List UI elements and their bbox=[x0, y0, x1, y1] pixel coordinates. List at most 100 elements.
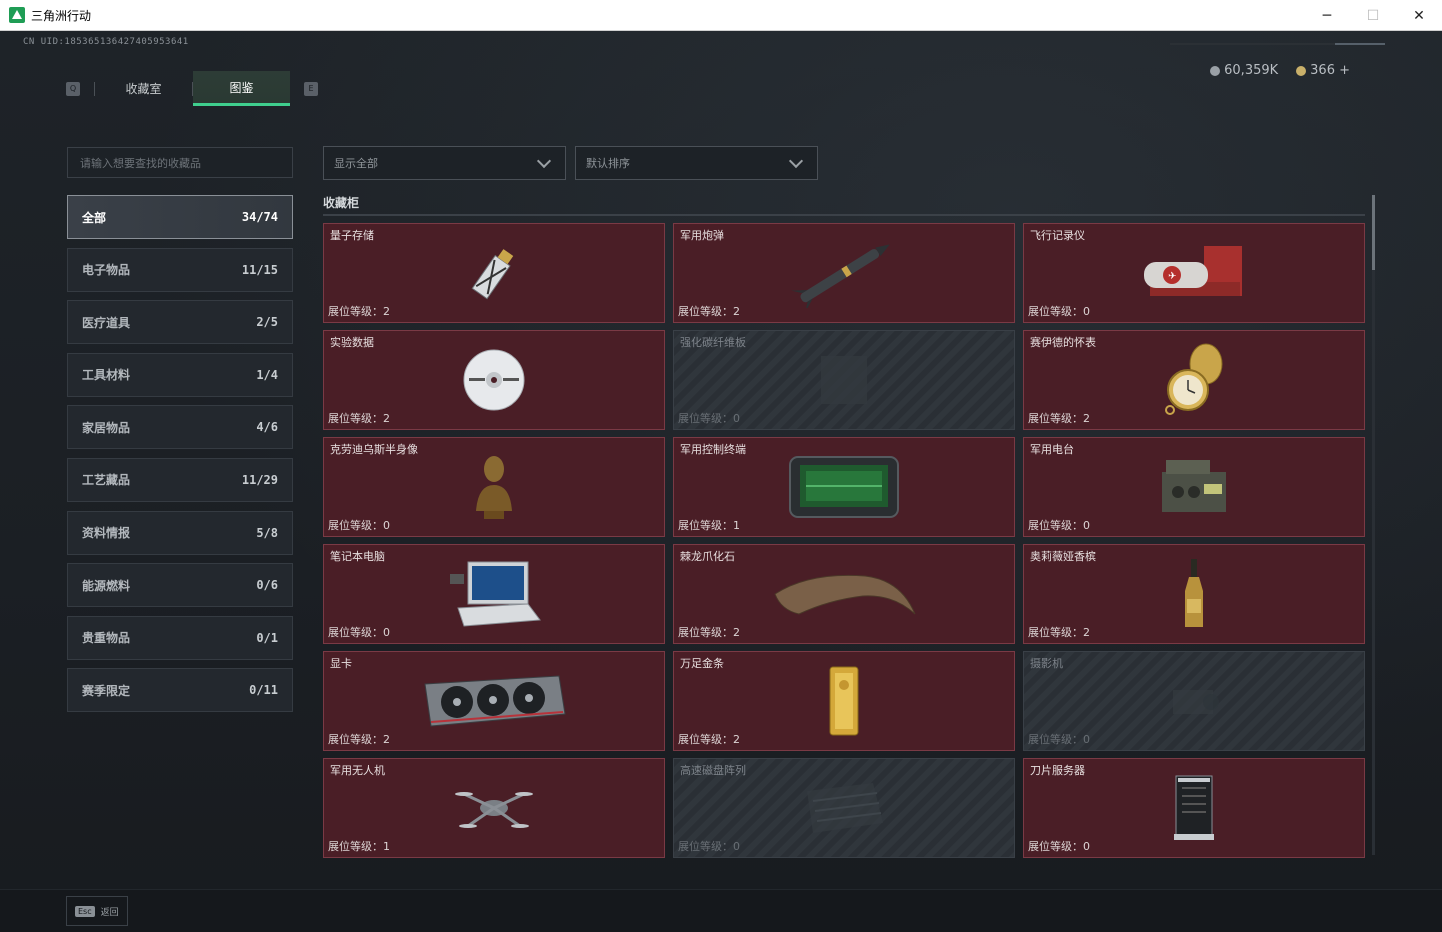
collection-card[interactable]: 万足金条 展位等级：2 bbox=[673, 651, 1015, 751]
champagne-icon bbox=[1179, 557, 1209, 635]
collection-card[interactable]: 赛伊德的怀表 展位等级：2 bbox=[1023, 330, 1365, 430]
top-decor-line bbox=[1170, 43, 1385, 45]
tab-bar: Q 收藏室 图鉴 E bbox=[66, 71, 318, 106]
svg-text:✈: ✈ bbox=[1168, 271, 1176, 282]
collection-card[interactable]: 军用电台 展位等级：0 bbox=[1023, 437, 1365, 537]
bust-icon bbox=[464, 451, 524, 527]
back-button[interactable]: Esc 返回 bbox=[66, 896, 128, 926]
server-icon bbox=[1164, 772, 1224, 848]
coin-amount: 60,359K bbox=[1224, 63, 1279, 78]
item-level: 展位等级：0 bbox=[678, 840, 740, 853]
terminal-icon bbox=[784, 451, 904, 527]
category-all[interactable]: 全部 34/74 bbox=[67, 195, 293, 239]
item-name: 万足金条 bbox=[680, 657, 724, 670]
category-count: 0/11 bbox=[249, 683, 278, 698]
maximize-button[interactable]: ☐ bbox=[1350, 0, 1396, 31]
item-level: 展位等级：0 bbox=[1028, 733, 1090, 746]
collection-card[interactable]: 棘龙爪化石 展位等级：2 bbox=[673, 544, 1015, 644]
item-name: 摄影机 bbox=[1030, 657, 1063, 670]
item-level: 展位等级：0 bbox=[1028, 519, 1090, 532]
item-name: 实验数据 bbox=[330, 336, 374, 349]
item-level: 展位等级：2 bbox=[678, 626, 740, 639]
category-medical[interactable]: 医疗道具 2/5 bbox=[67, 300, 293, 345]
section-divider bbox=[323, 214, 1365, 216]
collection-card[interactable]: 克劳迪乌斯半身像 展位等级：0 bbox=[323, 437, 665, 537]
category-sidebar: 全部 34/74 电子物品 11/15 医疗道具 2/5 工具材料 1/4 家居… bbox=[67, 195, 293, 721]
item-name: 高速磁盘阵列 bbox=[680, 764, 746, 777]
collection-card-locked[interactable]: 强化碳纤维板 展位等级：0 bbox=[673, 330, 1015, 430]
category-label: 电子物品 bbox=[82, 263, 131, 278]
gpu-icon bbox=[419, 670, 569, 736]
collection-grid: 量子存储 展位等级：2 军用炮弹 展位等级：2 飞行记录仪 ✈ 展位等级：0 实… bbox=[323, 223, 1365, 858]
item-level: 展位等级：2 bbox=[1028, 626, 1090, 639]
laptop-icon bbox=[444, 558, 544, 634]
tab-codex[interactable]: 图鉴 bbox=[193, 71, 290, 106]
player-uid: CN UID:185365136427405953641 bbox=[23, 37, 189, 47]
collection-card[interactable]: 军用无人机 展位等级：1 bbox=[323, 758, 665, 858]
item-level: 展位等级：1 bbox=[678, 519, 740, 532]
disk-array-icon bbox=[799, 777, 889, 843]
item-name: 克劳迪乌斯半身像 bbox=[330, 443, 418, 456]
category-electronics[interactable]: 电子物品 11/15 bbox=[67, 247, 293, 292]
item-level: 展位等级：0 bbox=[328, 626, 390, 639]
category-valuables[interactable]: 贵重物品 0/1 bbox=[67, 615, 293, 660]
category-intel[interactable]: 资料情报 5/8 bbox=[67, 510, 293, 555]
collection-card[interactable]: 军用炮弹 展位等级：2 bbox=[673, 223, 1015, 323]
chevron-down-icon bbox=[788, 153, 804, 168]
category-label: 能源燃料 bbox=[82, 578, 131, 593]
category-label: 赛季限定 bbox=[82, 683, 131, 698]
item-name: 强化碳纤维板 bbox=[680, 336, 746, 349]
collection-card[interactable]: 刀片服务器 展位等级：0 bbox=[1023, 758, 1365, 858]
item-name: 量子存储 bbox=[330, 229, 374, 242]
tab-collection-room[interactable]: 收藏室 bbox=[95, 71, 192, 106]
tab-next-key-hint[interactable]: E bbox=[304, 81, 318, 96]
category-count: 34/74 bbox=[241, 210, 278, 224]
category-tools[interactable]: 工具材料 1/4 bbox=[67, 352, 293, 397]
item-name: 显卡 bbox=[330, 657, 352, 670]
collection-card-locked[interactable]: 摄影机 展位等级：0 bbox=[1023, 651, 1365, 751]
category-crafts[interactable]: 工艺藏品 11/29 bbox=[67, 457, 293, 502]
carbon-plate-icon bbox=[809, 350, 879, 414]
missile-icon bbox=[784, 238, 904, 313]
minimize-button[interactable]: ─ bbox=[1304, 0, 1350, 31]
item-name: 军用电台 bbox=[1030, 443, 1074, 456]
category-count: 1/4 bbox=[256, 367, 278, 382]
tab-prev-key-hint[interactable]: Q bbox=[66, 81, 80, 96]
category-household[interactable]: 家居物品 4/6 bbox=[67, 405, 293, 450]
collection-card[interactable]: 显卡 展位等级：2 bbox=[323, 651, 665, 751]
item-name: 军用炮弹 bbox=[680, 229, 724, 242]
item-level: 展位等级：2 bbox=[328, 305, 390, 318]
currency-coins: 60,359K bbox=[1210, 63, 1278, 78]
category-count: 4/6 bbox=[256, 420, 278, 435]
search-input[interactable]: 请输入想要查找的收藏品 bbox=[67, 147, 293, 178]
scrollbar-thumb[interactable] bbox=[1372, 195, 1375, 270]
flight-recorder-icon: ✈ bbox=[1134, 238, 1254, 312]
category-season[interactable]: 赛季限定 0/11 bbox=[67, 668, 293, 713]
category-energy[interactable]: 能源燃料 0/6 bbox=[67, 563, 293, 608]
grid-scrollbar[interactable] bbox=[1372, 195, 1375, 855]
category-count: 0/1 bbox=[256, 630, 278, 645]
item-level: 展位等级：2 bbox=[678, 733, 740, 746]
item-level: 展位等级：2 bbox=[1028, 412, 1090, 425]
premium-amount: 366 + bbox=[1310, 63, 1350, 78]
collection-card[interactable]: 实验数据 展位等级：2 bbox=[323, 330, 665, 430]
collection-card[interactable]: 笔记本电脑 展位等级：0 bbox=[323, 544, 665, 644]
item-level: 展位等级：0 bbox=[1028, 305, 1090, 318]
item-name: 飞行记录仪 bbox=[1030, 229, 1085, 242]
collection-card[interactable]: 奥莉薇娅香槟 展位等级：2 bbox=[1023, 544, 1365, 644]
collection-card-locked[interactable]: 高速磁盘阵列 展位等级：0 bbox=[673, 758, 1015, 858]
sort-dropdown[interactable]: 默认排序 bbox=[575, 146, 818, 180]
category-label: 家居物品 bbox=[82, 420, 131, 435]
item-level: 展位等级：0 bbox=[678, 412, 740, 425]
currency-premium[interactable]: 366 + bbox=[1296, 63, 1350, 78]
collection-card[interactable]: 飞行记录仪 ✈ 展位等级：0 bbox=[1023, 223, 1365, 323]
claw-fossil-icon bbox=[769, 564, 919, 628]
category-label: 医疗道具 bbox=[82, 315, 131, 330]
collection-card[interactable]: 军用控制终端 展位等级：1 bbox=[673, 437, 1015, 537]
pocket-watch-icon bbox=[1154, 340, 1234, 424]
category-count: 11/29 bbox=[241, 472, 278, 487]
collection-card[interactable]: 量子存储 展位等级：2 bbox=[323, 223, 665, 323]
disc-icon bbox=[459, 345, 529, 419]
close-button[interactable]: ✕ bbox=[1396, 0, 1442, 31]
filter-dropdown[interactable]: 显示全部 bbox=[323, 146, 566, 180]
